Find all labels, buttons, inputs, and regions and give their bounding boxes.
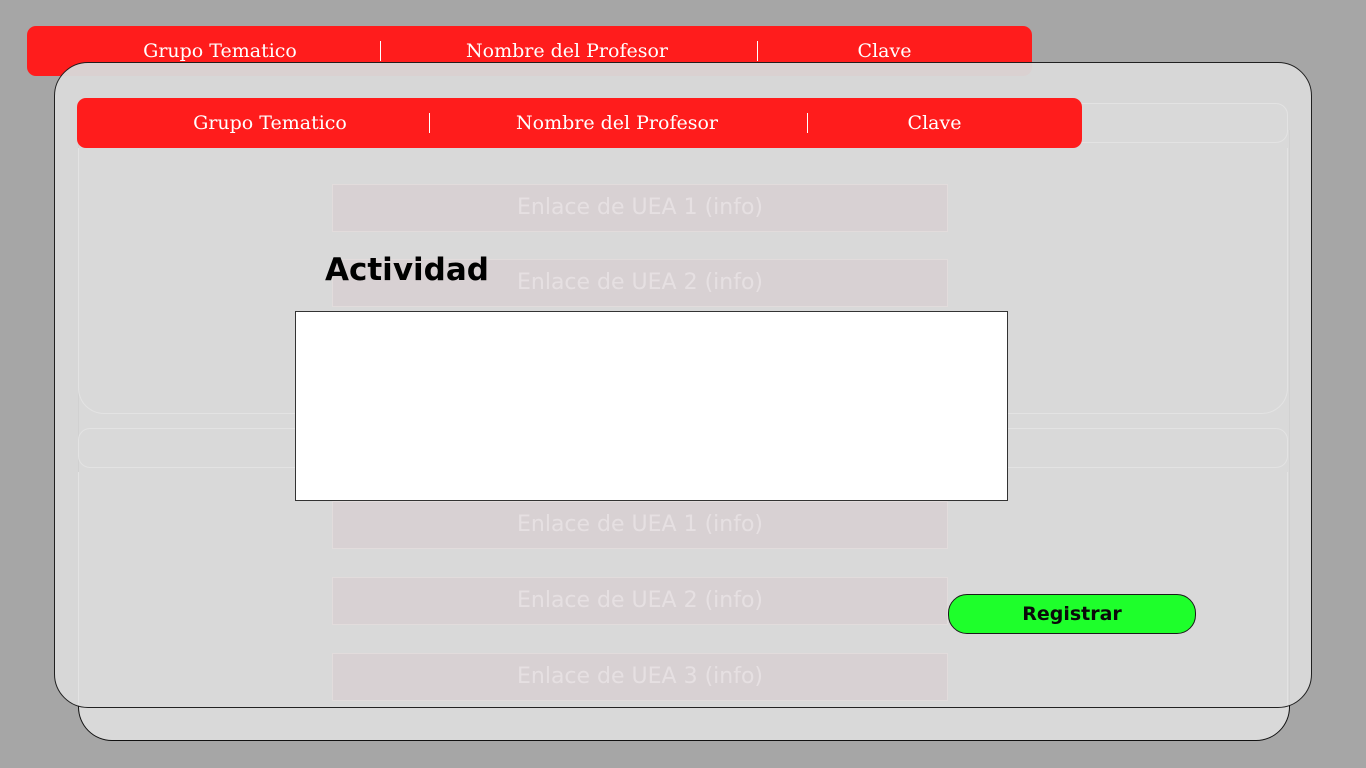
header-separator [807,113,808,133]
register-button[interactable]: Registrar [948,594,1196,634]
header-separator [757,41,758,61]
header-professor-label[interactable]: Nombre del Profesor [497,98,737,148]
front-header-bar: Grupo Tematico Nombre del Profesor Clave [77,98,1082,148]
header-key-label[interactable]: Clave [877,98,992,148]
section2-link-1[interactable]: Enlace de UEA 1 (info) [332,501,948,549]
activity-input[interactable] [295,311,1008,501]
header-group-label[interactable]: Grupo Tematico [147,98,393,148]
header-separator [380,41,381,61]
header-separator [429,113,430,133]
activity-title: Actividad [325,252,489,288]
section1-link-1[interactable]: Enlace de UEA 1 (info) [332,184,948,232]
section2-link-3[interactable]: Enlace de UEA 3 (info) [332,653,948,701]
section2-link-2[interactable]: Enlace de UEA 2 (info) [332,577,948,625]
